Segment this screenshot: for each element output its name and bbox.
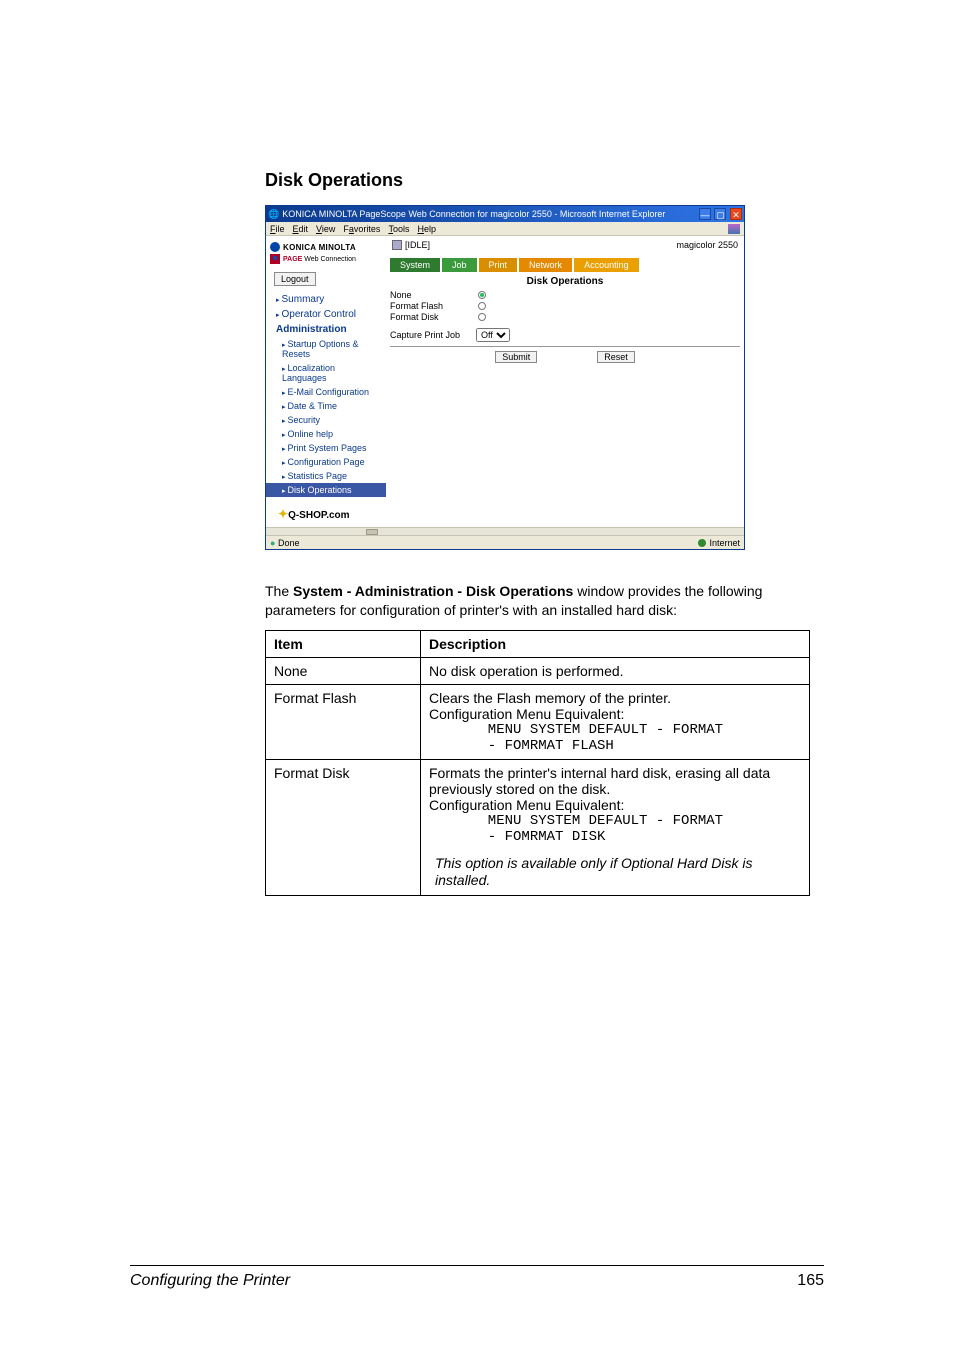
product-name: magicolor 2550 bbox=[676, 240, 738, 250]
nav-statistics-page[interactable]: Statistics Page bbox=[266, 469, 386, 483]
cell-desc: Clears the Flash memory of the printer. … bbox=[421, 684, 810, 759]
tab-job[interactable]: Job bbox=[442, 258, 477, 272]
nav-administration[interactable]: Administration bbox=[266, 322, 386, 337]
table-row: Format Disk Formats the printer's intern… bbox=[266, 759, 810, 895]
menu-tools[interactable]: Tools bbox=[388, 224, 409, 234]
ie-icon: 🌐 bbox=[268, 209, 279, 220]
done-icon: ● bbox=[270, 538, 275, 548]
intro-paragraph: The System - Administration - Disk Opera… bbox=[265, 582, 824, 620]
km-logo-icon bbox=[270, 242, 280, 252]
col-description: Description bbox=[421, 630, 810, 657]
section-title: Disk Operations bbox=[265, 170, 824, 191]
window-title: KONICA MINOLTA PageScope Web Connection … bbox=[282, 209, 665, 219]
nav-date-time[interactable]: Date & Time bbox=[266, 399, 386, 413]
radio-none[interactable] bbox=[478, 291, 486, 299]
tab-bar: System Job Print Network Accounting bbox=[390, 258, 740, 272]
nav-print-system-pages[interactable]: Print System Pages bbox=[266, 441, 386, 455]
table-row: None No disk operation is performed. bbox=[266, 657, 810, 684]
cell-item: Format Disk bbox=[266, 759, 421, 895]
status-bar: ● Done Internet bbox=[266, 535, 744, 549]
brand-name: KONICA MINOLTA bbox=[283, 243, 356, 252]
nav-localization[interactable]: Localization Languages bbox=[266, 361, 386, 385]
menu-edit[interactable]: Edit bbox=[293, 224, 309, 234]
cell-item: Format Flash bbox=[266, 684, 421, 759]
menubar: FFileile Edit View Favorites Tools Help bbox=[266, 222, 744, 236]
radio-disk-label: Format Disk bbox=[390, 312, 450, 322]
radio-flash-label: Format Flash bbox=[390, 301, 450, 311]
nav-startup-options[interactable]: Startup Options & Resets bbox=[266, 337, 386, 361]
radio-none-label: None bbox=[390, 290, 450, 300]
tab-print[interactable]: Print bbox=[479, 258, 518, 272]
menu-favorites[interactable]: Favorites bbox=[343, 224, 380, 234]
note-text: This option is available only if Optiona… bbox=[435, 855, 801, 890]
divider bbox=[390, 346, 740, 347]
radio-format-flash[interactable] bbox=[478, 302, 486, 310]
table-row: Format Flash Clears the Flash memory of … bbox=[266, 684, 810, 759]
titlebar: 🌐 KONICA MINOLTA PageScope Web Connectio… bbox=[266, 206, 744, 222]
nav-online-help[interactable]: Online help bbox=[266, 427, 386, 441]
nav-disk-operations[interactable]: Disk Operations bbox=[266, 483, 386, 497]
capture-label: Capture Print Job bbox=[390, 330, 460, 340]
menu-file[interactable]: FFileile bbox=[270, 224, 285, 234]
radio-format-disk[interactable] bbox=[478, 313, 486, 321]
sidebar: KONICA MINOLTA PAGE Web Connection Logou… bbox=[266, 236, 386, 527]
browser-window: 🌐 KONICA MINOLTA PageScope Web Connectio… bbox=[265, 205, 745, 550]
footer-page-number: 165 bbox=[797, 1272, 824, 1290]
horizontal-scrollbar[interactable] bbox=[266, 527, 744, 535]
globe-icon bbox=[698, 539, 706, 547]
minimize-button[interactable]: — bbox=[699, 208, 711, 220]
logout-button[interactable]: Logout bbox=[274, 272, 316, 286]
page-footer: Configuring the Printer 165 bbox=[130, 1265, 824, 1290]
nav-config-page[interactable]: Configuration Page bbox=[266, 455, 386, 469]
content-panel: [IDLE] magicolor 2550 System Job Print N… bbox=[386, 236, 744, 527]
footer-left: Configuring the Printer bbox=[130, 1272, 290, 1290]
tab-system[interactable]: System bbox=[390, 258, 440, 272]
reset-button[interactable]: Reset bbox=[597, 351, 635, 363]
printer-status: [IDLE] bbox=[392, 240, 430, 250]
nav-operator-control[interactable]: Operator Control bbox=[266, 307, 386, 322]
parameters-table: Item Description None No disk operation … bbox=[265, 630, 810, 896]
panel-title: Disk Operations bbox=[390, 276, 740, 287]
page-body: KONICA MINOLTA PAGE Web Connection Logou… bbox=[266, 236, 744, 527]
cell-desc: Formats the printer's internal hard disk… bbox=[421, 759, 810, 895]
printer-icon bbox=[392, 240, 402, 250]
cell-desc: No disk operation is performed. bbox=[421, 657, 810, 684]
nav-email-config[interactable]: E-Mail Configuration bbox=[266, 385, 386, 399]
side-nav: Summary Operator Control Administration … bbox=[266, 292, 386, 497]
close-button[interactable]: ✕ bbox=[730, 208, 742, 220]
menu-view[interactable]: View bbox=[316, 224, 335, 234]
nav-summary[interactable]: Summary bbox=[266, 292, 386, 307]
cell-item: None bbox=[266, 657, 421, 684]
tab-accounting[interactable]: Accounting bbox=[574, 258, 639, 272]
brand-sub: PAGE Web Connection bbox=[283, 256, 356, 263]
capture-select[interactable]: Off bbox=[476, 328, 510, 342]
submit-button[interactable]: Submit bbox=[495, 351, 537, 363]
col-item: Item bbox=[266, 630, 421, 657]
qshop-link[interactable]: ✦Q-SHOP.com bbox=[278, 507, 386, 521]
menu-help[interactable]: Help bbox=[417, 224, 436, 234]
status-text: Done bbox=[278, 538, 300, 548]
nav-security[interactable]: Security bbox=[266, 413, 386, 427]
maximize-button[interactable]: ▢ bbox=[714, 208, 726, 220]
zone-text: Internet bbox=[709, 538, 740, 548]
tab-network[interactable]: Network bbox=[519, 258, 572, 272]
pagescope-icon bbox=[270, 254, 280, 264]
throbber-icon bbox=[728, 224, 740, 234]
